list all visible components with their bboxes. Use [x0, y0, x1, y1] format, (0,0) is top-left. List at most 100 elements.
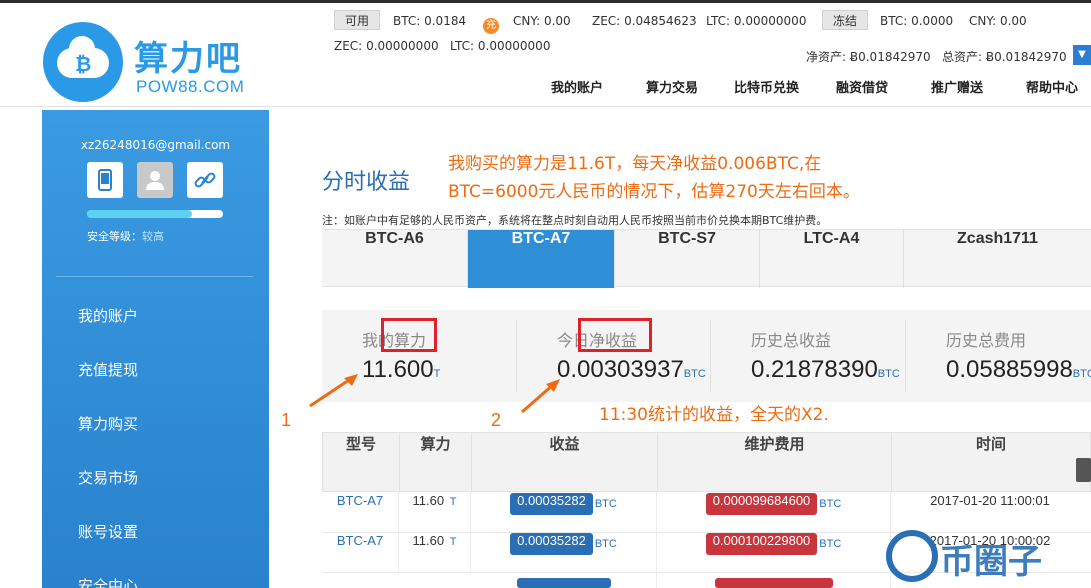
- sidebar-item-account-settings[interactable]: 账号设置: [78, 521, 138, 542]
- sidebar-item-deposit-withdraw[interactable]: 充值提现: [78, 359, 138, 380]
- label: LTC:: [450, 39, 475, 53]
- available-btc: BTC: 0.0184: [393, 14, 466, 28]
- sidebar-item-security-center[interactable]: 安全中心: [78, 575, 138, 588]
- sidebar-item-my-account[interactable]: 我的账户: [78, 305, 138, 326]
- value: 0.04854623: [624, 14, 697, 28]
- page: ₿ 算力吧 POW88.COM 可用 BTC: 0.0184 充 CNY: 0.…: [0, 0, 1091, 588]
- col-fee: 维护费用: [658, 433, 892, 493]
- value: 0.0184: [424, 14, 467, 28]
- cell-hashpower: 11.60 T: [399, 533, 471, 573]
- calculator-icon[interactable]: [1076, 458, 1091, 482]
- frozen-btc: BTC: 0.0000: [880, 14, 953, 28]
- nav-btc-exchange[interactable]: 比特币兑换: [734, 77, 799, 96]
- frozen-cny: CNY: 0.00: [969, 14, 1027, 28]
- nav-my-account[interactable]: 我的账户: [551, 77, 603, 96]
- available-zec: ZEC: 0.04854623: [592, 14, 697, 28]
- label: LTC:: [706, 14, 731, 28]
- value: 0.00000000: [366, 39, 439, 53]
- col-model: 型号: [323, 433, 400, 493]
- sidebar-item-buy-hashpower[interactable]: 算力购买: [78, 413, 138, 434]
- security-level-value: 较高: [142, 230, 164, 243]
- available-ltc: LTC: 0.00000000: [706, 14, 806, 28]
- logo-icon[interactable]: ₿: [43, 22, 123, 102]
- income-unit: BTC: [594, 498, 617, 510]
- security-progress-fill: [87, 210, 192, 218]
- logo-name[interactable]: 算力吧: [134, 31, 242, 80]
- cell-income: 0.00035282 BTC: [471, 493, 657, 533]
- tab-btc-a7[interactable]: BTC-A7: [468, 230, 615, 288]
- tab-btc-a6[interactable]: BTC-A6: [322, 230, 468, 288]
- value: 0.00: [543, 14, 571, 28]
- value: 0.0000: [911, 14, 954, 28]
- stat-value-total-fees: 0.05885998BTC: [946, 356, 1091, 384]
- cell-model[interactable]: BTC-A7: [322, 493, 399, 533]
- stat-unit: BTC: [1072, 368, 1091, 380]
- label: BTC:: [880, 14, 908, 28]
- income-pill: 0.00035282: [510, 533, 593, 555]
- logo-domain: POW88.COM: [136, 77, 245, 96]
- label: CNY:: [513, 14, 541, 28]
- fee-pill: [714, 578, 833, 588]
- stat-value-total-income: 0.21878390BTC: [751, 356, 900, 384]
- sidebar-item-market[interactable]: 交易市场: [78, 467, 138, 488]
- label: ZEC:: [592, 14, 621, 28]
- net-assets: 净资产: Ƀ0.01842970: [806, 48, 931, 65]
- nav-financing[interactable]: 融资借贷: [836, 77, 888, 96]
- tab-btc-s7[interactable]: BTC-S7: [615, 230, 760, 288]
- chevron-down-icon[interactable]: ▼: [1073, 45, 1091, 65]
- power-value: 11.60: [412, 493, 445, 508]
- annotation-line-1: 我购买的算力是11.6T，每天净收益0.006BTC,在: [448, 154, 822, 174]
- fee-pill: 0.000099684600: [705, 493, 818, 515]
- notice-text: 注：如账户中有足够的人民币资产，系统将在整点时刻自动用人民币按照当前市价兑换本期…: [322, 214, 828, 227]
- cell-income: 0.00035282 BTC: [471, 533, 657, 573]
- sidebar: xz26248016@gmail.com 安全等级：较高 我的账户 充值提现 算…: [42, 110, 269, 588]
- fee-pill: 0.000100229800: [705, 533, 818, 555]
- arrow-icon: [309, 374, 358, 408]
- col-income: 收益: [472, 433, 658, 493]
- fee-unit: BTC: [819, 498, 842, 510]
- income-pill: [516, 578, 611, 588]
- value: 0.00: [999, 14, 1027, 28]
- user-icon[interactable]: [137, 162, 173, 198]
- stats-panel: 我的算力 11.600T 今日净收益 0.00303937BTC 历史总收益 0…: [322, 310, 1091, 402]
- available-tag: 可用: [334, 10, 381, 30]
- watermark-circle-icon: [886, 530, 938, 582]
- link-icon[interactable]: [187, 162, 223, 198]
- cell-fee: 0.000099684600 BTC: [657, 493, 891, 533]
- frozen-tag: 冻结: [822, 10, 869, 30]
- nav-hashpower-trade[interactable]: 算力交易: [646, 77, 698, 96]
- stat-unit: BTC: [877, 368, 900, 380]
- stat-label-total-income: 历史总收益: [751, 331, 832, 350]
- label: 净资产:: [806, 50, 847, 64]
- nav-help-center[interactable]: 帮助中心: [1026, 77, 1078, 96]
- fee-unit: BTC: [819, 538, 842, 550]
- nav-promotion[interactable]: 推广赠送: [931, 77, 983, 96]
- stat-divider: [905, 320, 906, 392]
- power-value: 11.60: [412, 533, 445, 548]
- callout-number-1: 1: [281, 410, 292, 430]
- phone-icon[interactable]: [87, 162, 123, 198]
- bitcoin-icon: ₿: [75, 52, 92, 76]
- recharge-icon[interactable]: 充: [483, 18, 499, 34]
- callout-number-2: 2: [491, 410, 502, 430]
- label: ZEC:: [334, 39, 363, 53]
- sidebar-divider: [56, 276, 253, 277]
- tab-ltc-a4[interactable]: LTC-A4: [760, 230, 904, 288]
- header: ₿ 算力吧 POW88.COM 可用 BTC: 0.0184 充 CNY: 0.…: [0, 3, 1091, 107]
- cell-fee: 0.000100229800 BTC: [657, 533, 891, 573]
- watermark-logo: 币圈子: [880, 526, 1090, 588]
- cell-fee: [657, 573, 891, 588]
- value: 0.00000000: [477, 39, 551, 53]
- table-header: 型号 算力 收益 维护费用 时间: [322, 432, 1091, 493]
- highlight-box-today-income: [578, 318, 652, 352]
- stat-number: 0.00303937: [557, 356, 684, 383]
- security-level-label: 安全等级：较高: [87, 228, 164, 244]
- stat-value-today-income: 0.00303937BTC: [557, 356, 706, 384]
- security-progress-bar: [87, 210, 223, 218]
- total-assets: 总资产: Ƀ0.01842970: [942, 48, 1067, 65]
- cell-model[interactable]: BTC-A7: [322, 533, 399, 573]
- label: CNY:: [969, 14, 997, 28]
- stat-unit: T: [433, 368, 441, 380]
- cell-income: [471, 573, 657, 588]
- tab-zcash1711[interactable]: Zcash1711: [904, 230, 1091, 288]
